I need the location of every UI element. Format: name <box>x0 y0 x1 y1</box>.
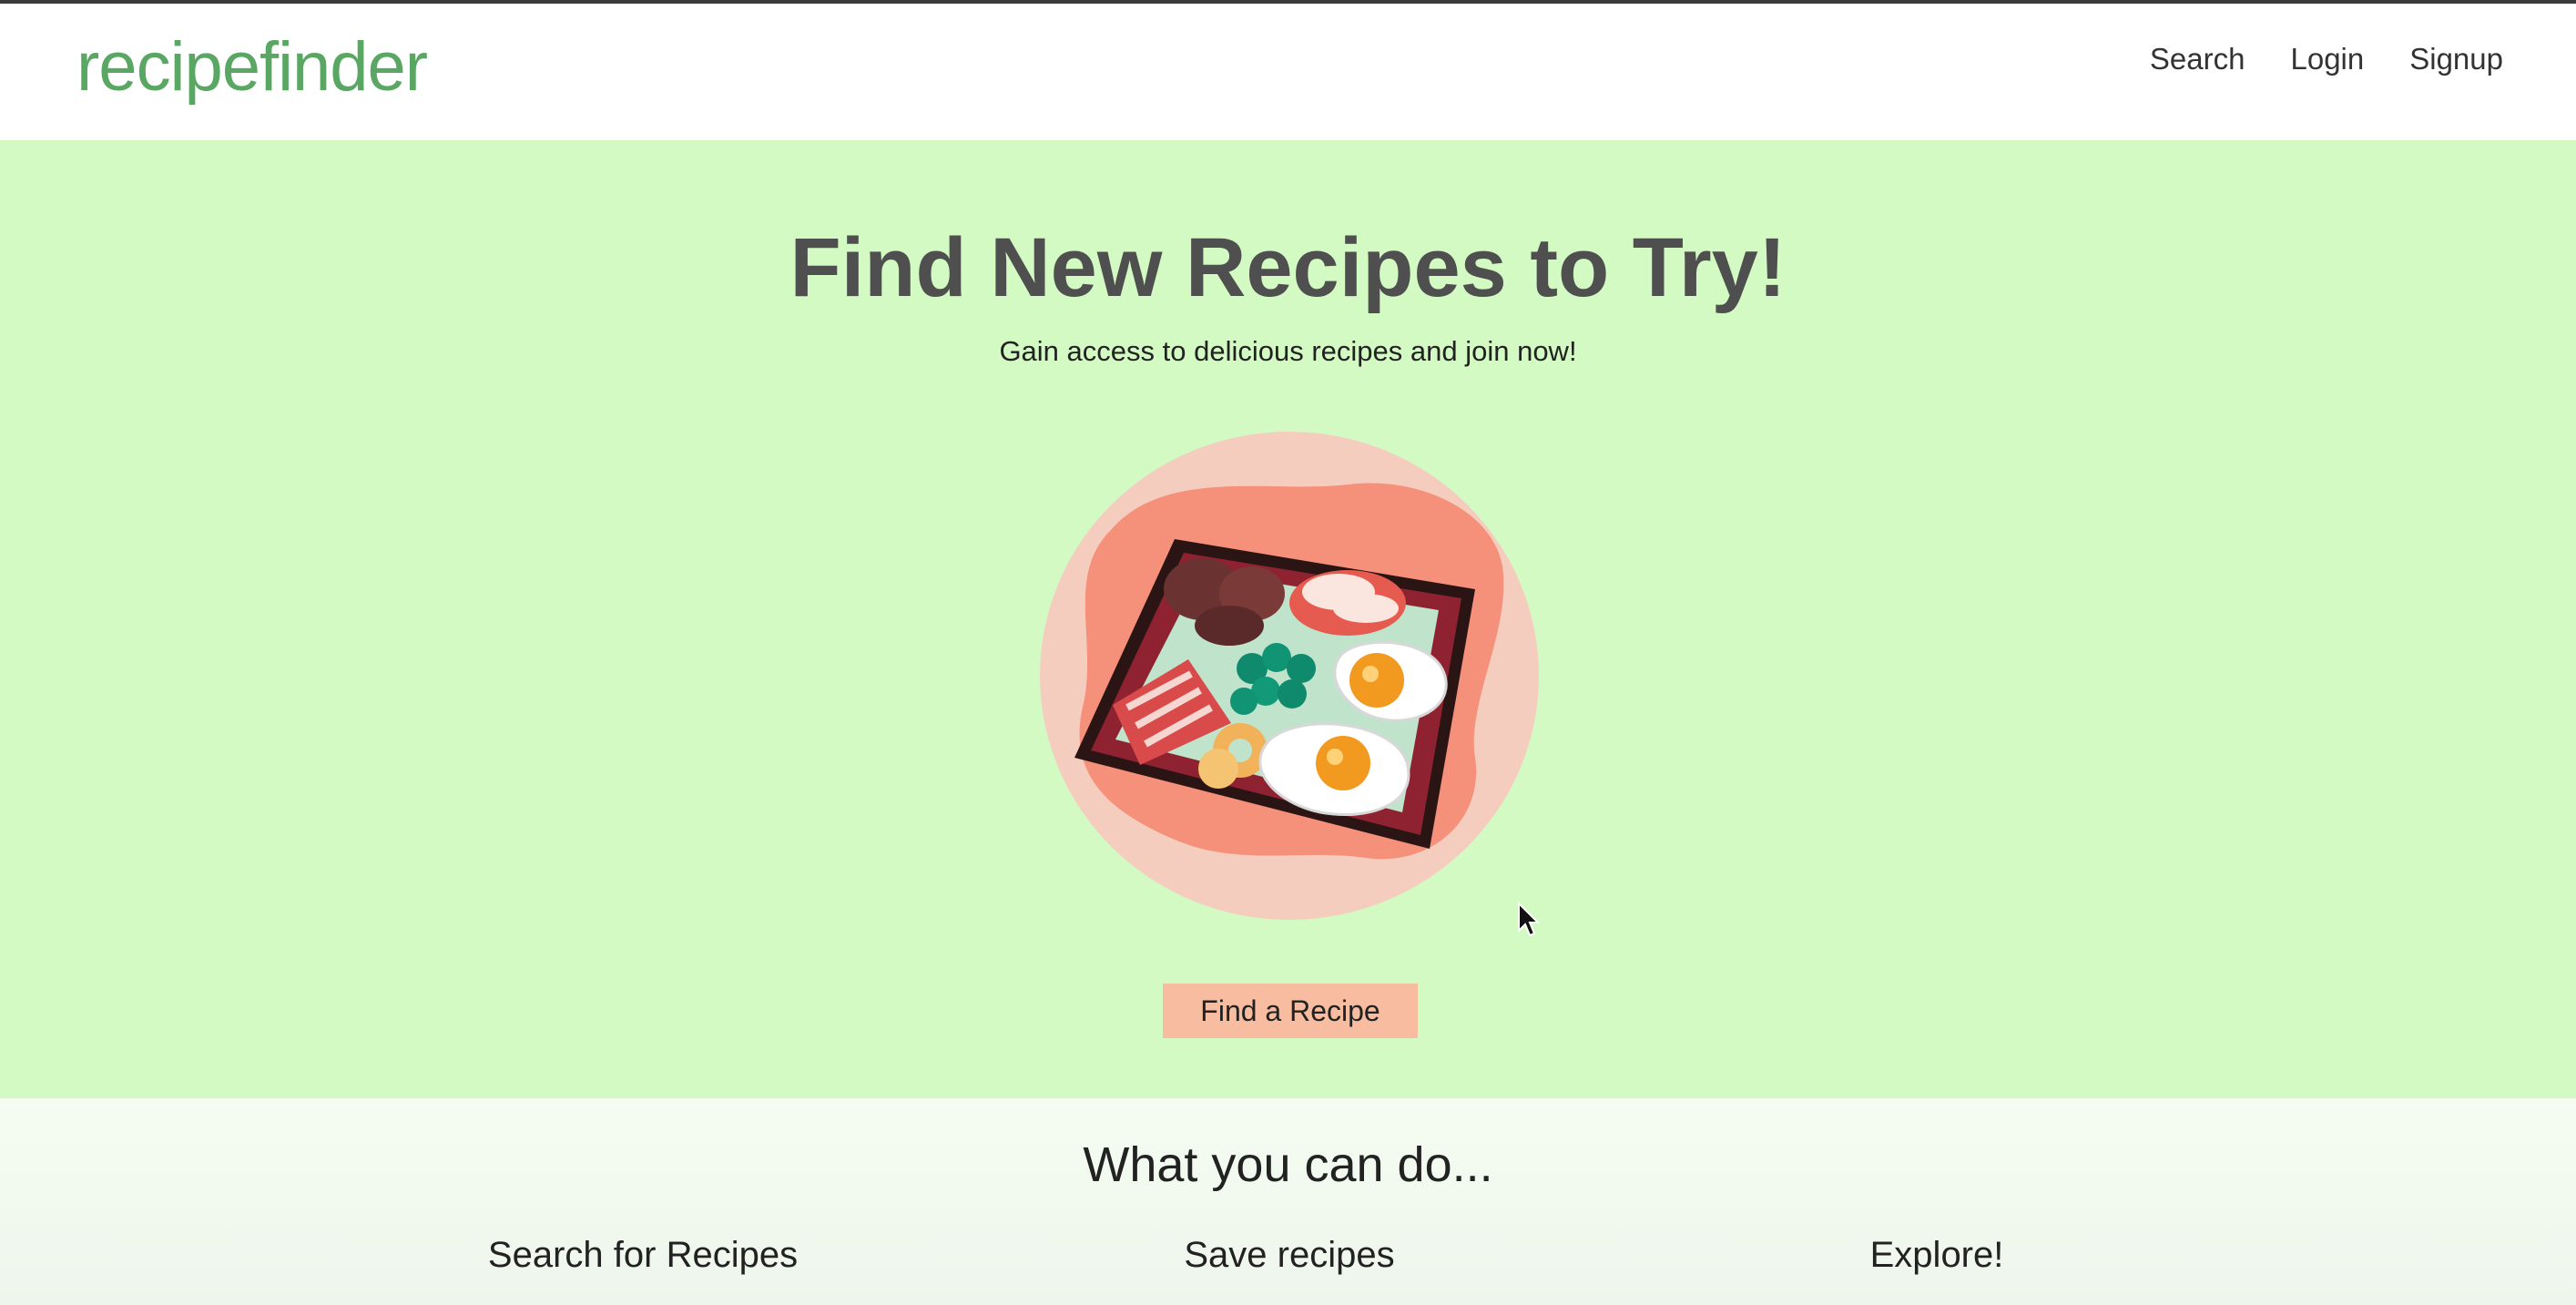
mouse-pointer-icon <box>1518 902 1541 937</box>
hero-section: Find New Recipes to Try! Gain access to … <box>0 140 2576 1098</box>
features-title: What you can do... <box>1083 1137 1493 1192</box>
feature-save-heading: Save recipes <box>1184 1235 1395 1275</box>
brand-logo-link[interactable]: recipefinder <box>76 27 428 107</box>
page: recipefinder Search Login Signup Find Ne… <box>0 0 2576 1305</box>
nav-search-link[interactable]: Search <box>2150 42 2245 76</box>
nav-login-link[interactable]: Login <box>2290 42 2364 76</box>
features-section: What you can do... Search for Recipes Sa… <box>0 1098 2576 1305</box>
feature-search-heading: Search for Recipes <box>487 1235 799 1275</box>
breakfast-plate-illustration <box>1040 432 1539 920</box>
nav-links: Search Login Signup <box>2150 42 2503 76</box>
hero-title: Find New Recipes to Try! <box>789 221 1787 314</box>
feature-explore-heading: Explore! <box>1869 1235 2004 1275</box>
hero-subtitle: Gain access to delicious recipes and joi… <box>999 335 1577 367</box>
navbar: recipefinder Search Login Signup <box>0 4 2576 140</box>
nav-signup-link[interactable]: Signup <box>2409 42 2503 76</box>
find-recipe-button[interactable]: Find a Recipe <box>1163 984 1418 1038</box>
